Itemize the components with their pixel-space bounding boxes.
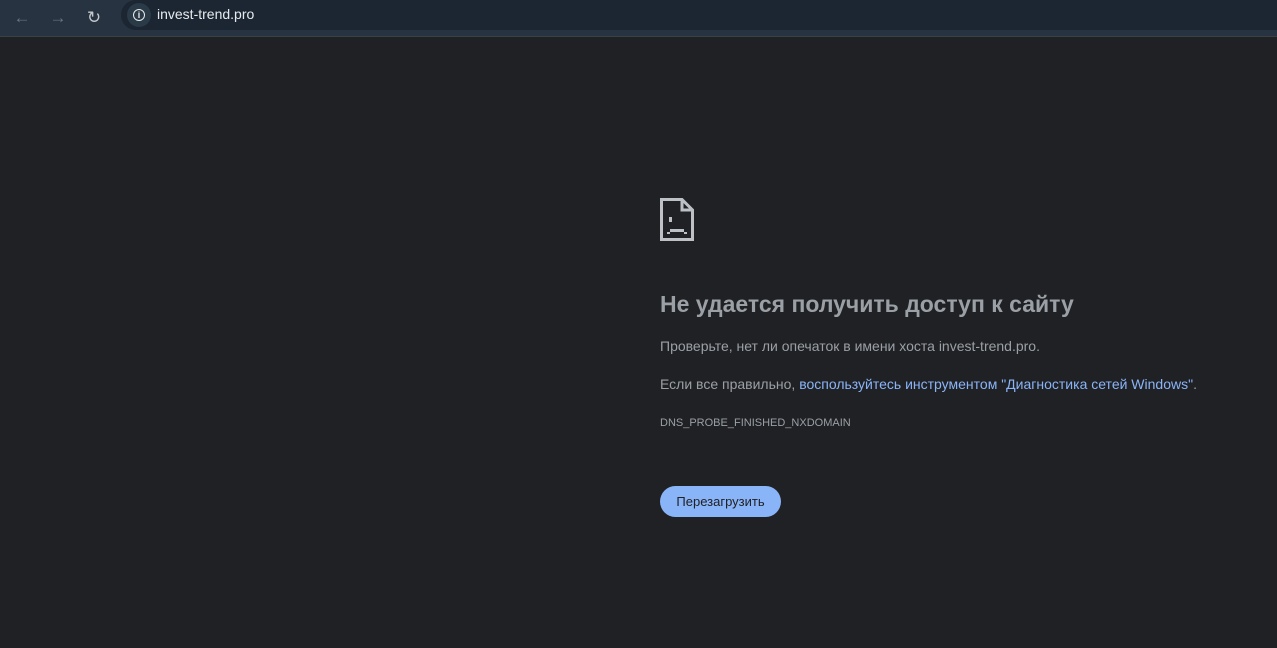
error-title: Не удается получить доступ к сайту xyxy=(660,291,1074,317)
diagnostics-suffix: . xyxy=(1193,376,1197,392)
url-text[interactable]: invest-trend.pro xyxy=(157,6,254,22)
reload-button[interactable]: ↻ xyxy=(80,4,108,32)
diagnostics-paragraph: Если все правильно, воспользуйтесь инстр… xyxy=(660,376,1197,392)
reload-page-button[interactable]: Перезагрузить xyxy=(660,486,781,517)
error-code: DNS_PROBE_FINISHED_NXDOMAIN xyxy=(660,417,851,429)
site-info-button[interactable]: i xyxy=(127,3,151,27)
diagnostics-prefix: Если все правильно, xyxy=(660,376,800,392)
info-icon: i xyxy=(133,9,145,21)
address-bar[interactable] xyxy=(121,0,1277,30)
browser-toolbar: ← → ↻ i invest-trend.pro xyxy=(0,0,1277,37)
sad-document-icon xyxy=(660,198,694,241)
arrow-left-icon: ← xyxy=(13,8,31,27)
forward-button[interactable]: → xyxy=(44,4,72,32)
reload-icon: ↻ xyxy=(86,8,102,27)
arrow-right-icon: → xyxy=(49,8,67,27)
diagnostics-link[interactable]: воспользуйтесь инструментом "Диагностика… xyxy=(799,376,1193,392)
back-button[interactable]: ← xyxy=(8,4,36,32)
check-hostname-text: Проверьте, нет ли опечаток в имени хоста… xyxy=(660,338,1040,354)
